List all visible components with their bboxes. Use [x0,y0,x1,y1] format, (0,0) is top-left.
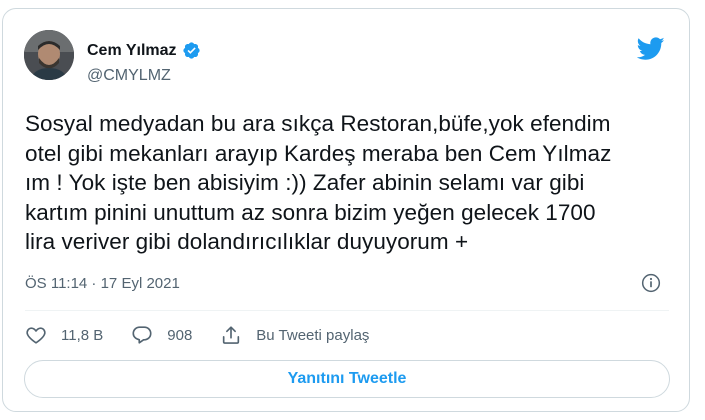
display-name[interactable]: Cem Yılmaz [87,42,177,60]
like-button[interactable]: 11,8 B [25,324,103,346]
verified-badge-icon [182,42,200,59]
tweet-actions: 11,8 B 908 Bu Tweeti paylaş [25,324,397,346]
reply-count: 908 [167,326,193,344]
divider [25,310,669,311]
info-icon[interactable] [641,273,661,293]
like-count: 11,8 B [61,326,104,344]
share-label: Bu Tweeti paylaş [256,326,370,344]
share-button[interactable]: Bu Tweeti paylaş [220,324,369,346]
avatar[interactable] [24,30,74,80]
reply-bubble-icon [132,326,152,344]
tweet-reply-button[interactable]: Yanıtını Tweetle [24,360,670,398]
share-icon [223,326,240,344]
twitter-bird-icon[interactable] [637,37,665,61]
profile-photo [24,30,74,80]
reply-count-button[interactable]: 908 [131,324,192,346]
tweet-card: Cem Yılmaz @CMYLMZ Sosyal medyadan bu ar… [2,8,690,412]
heart-icon [26,327,46,344]
author-handle[interactable]: @CMYLMZ [87,67,171,85]
tweet-text: Sosyal medyadan bu ara sıkça Restoran,bü… [25,111,612,254]
tweet-timestamp[interactable]: ÖS 11:14 · 17 Eyl 2021 [25,275,180,292]
author-name-row[interactable]: Cem Yılmaz [87,41,201,60]
